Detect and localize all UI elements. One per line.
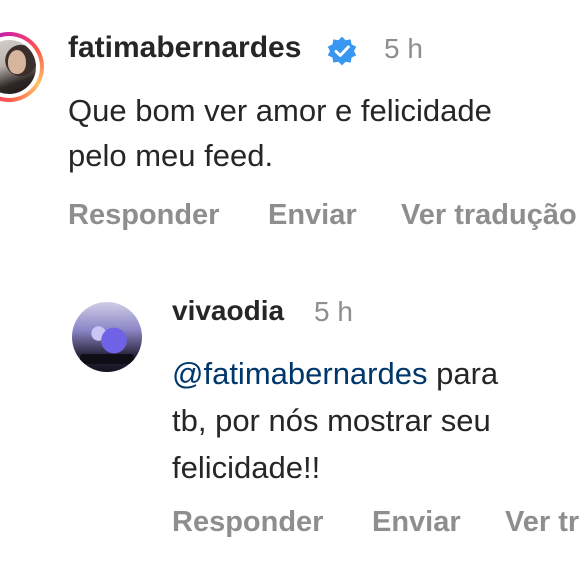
reply-text-line: felicidade!!: [172, 450, 321, 485]
comment-text-line: Que bom ver amor e felicidade: [68, 93, 492, 128]
reply-avatar[interactable]: [72, 302, 142, 372]
comment-text-line: pelo meu feed.: [68, 138, 274, 173]
reply-send-button[interactable]: Enviar: [372, 506, 461, 539]
reply-username[interactable]: vivaodia: [172, 295, 284, 327]
send-button[interactable]: Enviar: [268, 199, 357, 232]
commenter-avatar-story-ring[interactable]: [0, 32, 44, 102]
reply-text: @fatimabernardes para tb, por nós mostra…: [172, 350, 498, 491]
reply-text-line: @fatimabernardes para: [172, 350, 498, 397]
reply-text-line: tb, por nós mostrar seu: [172, 403, 491, 438]
comment-timestamp: 5 h: [384, 33, 423, 64]
reply-text-fragment: para: [427, 356, 499, 391]
comment-text: Que bom ver amor e felicidade pelo meu f…: [68, 88, 492, 178]
reply-reply-button[interactable]: Responder: [172, 506, 323, 539]
reply-timestamp: 5 h: [314, 296, 353, 327]
verified-badge-icon: [327, 36, 357, 66]
comment-username[interactable]: fatimabernardes: [68, 31, 301, 65]
reply-button[interactable]: Responder: [68, 199, 219, 232]
mention-link[interactable]: @fatimabernardes: [172, 356, 427, 391]
reply-see-translation-button[interactable]: Ver tr: [505, 506, 579, 539]
see-translation-button[interactable]: Ver tradução: [401, 199, 577, 232]
